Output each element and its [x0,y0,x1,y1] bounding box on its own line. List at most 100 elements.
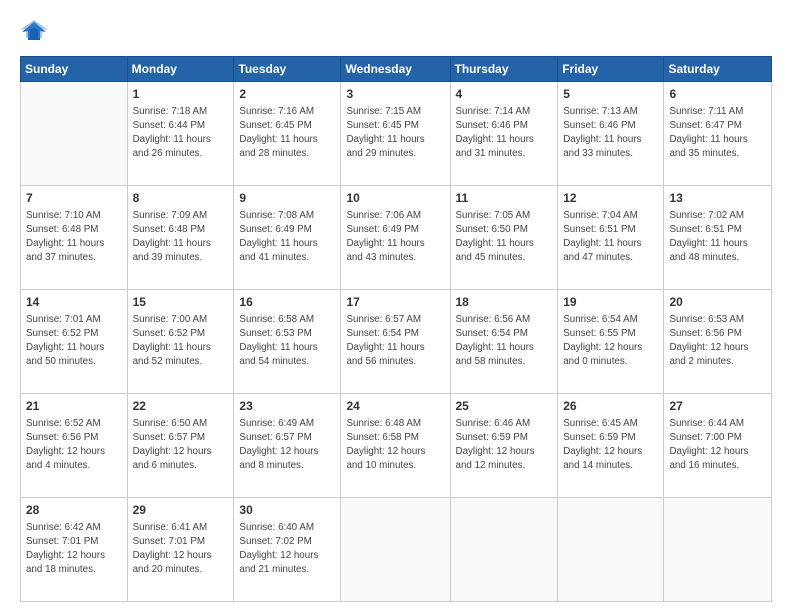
day-number: 23 [239,398,335,415]
day-number: 20 [669,294,766,311]
calendar-day-cell: 12 Sunrise: 7:04 AM Sunset: 6:51 PM Dayli… [558,186,664,290]
day-info: Sunrise: 7:14 AM Sunset: 6:46 PM Dayligh… [456,105,553,162]
day-info: Sunrise: 6:57 AM Sunset: 6:54 PM Dayligh… [346,313,444,370]
day-info: Sunrise: 7:08 AM Sunset: 6:49 PM Dayligh… [239,209,335,266]
calendar-day-header: Wednesday [341,57,450,82]
day-info: Sunrise: 7:10 AM Sunset: 6:48 PM Dayligh… [26,209,122,266]
day-number: 3 [346,86,444,103]
calendar-day-cell: 14 Sunrise: 7:01 AM Sunset: 6:52 PM Dayli… [21,290,128,394]
day-info: Sunrise: 7:04 AM Sunset: 6:51 PM Dayligh… [563,209,658,266]
day-info: Sunrise: 6:50 AM Sunset: 6:57 PM Dayligh… [133,417,229,474]
day-number: 10 [346,190,444,207]
day-info: Sunrise: 6:49 AM Sunset: 6:57 PM Dayligh… [239,417,335,474]
day-number: 29 [133,502,229,519]
day-info: Sunrise: 7:11 AM Sunset: 6:47 PM Dayligh… [669,105,766,162]
header [20,18,772,46]
calendar-day-header: Thursday [450,57,558,82]
calendar-day-cell: 22 Sunrise: 6:50 AM Sunset: 6:57 PM Dayli… [127,394,234,498]
day-info: Sunrise: 6:40 AM Sunset: 7:02 PM Dayligh… [239,521,335,578]
calendar-day-cell: 1Sunrise: 7:18 AM Sunset: 6:44 PM Daylig… [127,82,234,186]
calendar-day-cell: 13Sunrise: 7:02 AM Sunset: 6:51 PM Dayli… [664,186,772,290]
page: SundayMondayTuesdayWednesdayThursdayFrid… [0,0,792,612]
calendar-day-cell [341,498,450,602]
day-info: Sunrise: 7:05 AM Sunset: 6:50 PM Dayligh… [456,209,553,266]
calendar-week-row: 28 Sunrise: 6:42 AM Sunset: 7:01 PM Dayli… [21,498,772,602]
calendar-day-cell: 16 Sunrise: 6:58 AM Sunset: 6:53 PM Dayli… [234,290,341,394]
day-info: Sunrise: 6:56 AM Sunset: 6:54 PM Dayligh… [456,313,553,370]
day-number: 27 [669,398,766,415]
day-number: 26 [563,398,658,415]
calendar-day-cell: 21 Sunrise: 6:52 AM Sunset: 6:56 PM Dayli… [21,394,128,498]
day-number: 22 [133,398,229,415]
calendar-day-cell [21,82,128,186]
day-number: 16 [239,294,335,311]
calendar-day-cell: 18 Sunrise: 6:56 AM Sunset: 6:54 PM Dayli… [450,290,558,394]
calendar-day-cell: 8Sunrise: 7:09 AM Sunset: 6:48 PM Daylig… [127,186,234,290]
day-number: 24 [346,398,444,415]
calendar-day-cell: 24 Sunrise: 6:48 AM Sunset: 6:58 PM Dayli… [341,394,450,498]
calendar-day-cell: 11Sunrise: 7:05 AM Sunset: 6:50 PM Dayli… [450,186,558,290]
calendar-day-cell: 23 Sunrise: 6:49 AM Sunset: 6:57 PM Dayli… [234,394,341,498]
calendar-header-row: SundayMondayTuesdayWednesdayThursdayFrid… [21,57,772,82]
day-number: 6 [669,86,766,103]
day-info: Sunrise: 7:01 AM Sunset: 6:52 PM Dayligh… [26,313,122,370]
day-number: 21 [26,398,122,415]
day-number: 15 [133,294,229,311]
calendar-day-cell: 3Sunrise: 7:15 AM Sunset: 6:45 PM Daylig… [341,82,450,186]
calendar-week-row: 1Sunrise: 7:18 AM Sunset: 6:44 PM Daylig… [21,82,772,186]
day-info: Sunrise: 6:45 AM Sunset: 6:59 PM Dayligh… [563,417,658,474]
day-info: Sunrise: 7:18 AM Sunset: 6:44 PM Dayligh… [133,105,229,162]
calendar-day-cell [558,498,664,602]
day-info: Sunrise: 6:46 AM Sunset: 6:59 PM Dayligh… [456,417,553,474]
day-info: Sunrise: 6:54 AM Sunset: 6:55 PM Dayligh… [563,313,658,370]
calendar-day-cell: 9 Sunrise: 7:08 AM Sunset: 6:49 PM Daylig… [234,186,341,290]
day-info: Sunrise: 7:13 AM Sunset: 6:46 PM Dayligh… [563,105,658,162]
day-number: 14 [26,294,122,311]
day-info: Sunrise: 6:58 AM Sunset: 6:53 PM Dayligh… [239,313,335,370]
calendar-day-cell [450,498,558,602]
calendar-day-cell: 30 Sunrise: 6:40 AM Sunset: 7:02 PM Dayli… [234,498,341,602]
calendar-day-cell: 28 Sunrise: 6:42 AM Sunset: 7:01 PM Dayli… [21,498,128,602]
calendar-day-cell: 4 Sunrise: 7:14 AM Sunset: 6:46 PM Daylig… [450,82,558,186]
day-info: Sunrise: 6:48 AM Sunset: 6:58 PM Dayligh… [346,417,444,474]
logo-bird-icon [20,18,48,46]
day-number: 9 [239,190,335,207]
calendar-week-row: 21 Sunrise: 6:52 AM Sunset: 6:56 PM Dayli… [21,394,772,498]
calendar-day-header: Friday [558,57,664,82]
day-info: Sunrise: 7:16 AM Sunset: 6:45 PM Dayligh… [239,105,335,162]
day-number: 2 [239,86,335,103]
day-number: 13 [669,190,766,207]
day-number: 18 [456,294,553,311]
day-info: Sunrise: 6:44 AM Sunset: 7:00 PM Dayligh… [669,417,766,474]
calendar-day-cell: 19Sunrise: 6:54 AM Sunset: 6:55 PM Dayli… [558,290,664,394]
day-number: 7 [26,190,122,207]
day-number: 4 [456,86,553,103]
calendar-day-cell: 29Sunrise: 6:41 AM Sunset: 7:01 PM Dayli… [127,498,234,602]
calendar-day-cell: 17 Sunrise: 6:57 AM Sunset: 6:54 PM Dayli… [341,290,450,394]
calendar-table: SundayMondayTuesdayWednesdayThursdayFrid… [20,56,772,602]
calendar-day-cell: 5 Sunrise: 7:13 AM Sunset: 6:46 PM Daylig… [558,82,664,186]
calendar-week-row: 7 Sunrise: 7:10 AM Sunset: 6:48 PM Daylig… [21,186,772,290]
day-number: 8 [133,190,229,207]
day-number: 12 [563,190,658,207]
calendar-day-header: Sunday [21,57,128,82]
day-number: 30 [239,502,335,519]
calendar-day-cell: 20 Sunrise: 6:53 AM Sunset: 6:56 PM Dayli… [664,290,772,394]
calendar-day-cell: 7 Sunrise: 7:10 AM Sunset: 6:48 PM Daylig… [21,186,128,290]
calendar-day-cell: 6 Sunrise: 7:11 AM Sunset: 6:47 PM Daylig… [664,82,772,186]
day-number: 28 [26,502,122,519]
calendar-day-header: Monday [127,57,234,82]
day-number: 5 [563,86,658,103]
day-number: 17 [346,294,444,311]
calendar-day-cell [664,498,772,602]
calendar-day-header: Tuesday [234,57,341,82]
calendar-week-row: 14 Sunrise: 7:01 AM Sunset: 6:52 PM Dayli… [21,290,772,394]
day-info: Sunrise: 6:53 AM Sunset: 6:56 PM Dayligh… [669,313,766,370]
calendar-day-header: Saturday [664,57,772,82]
logo [20,18,52,46]
calendar-day-cell: 15 Sunrise: 7:00 AM Sunset: 6:52 PM Dayli… [127,290,234,394]
day-info: Sunrise: 6:42 AM Sunset: 7:01 PM Dayligh… [26,521,122,578]
day-number: 25 [456,398,553,415]
day-info: Sunrise: 6:52 AM Sunset: 6:56 PM Dayligh… [26,417,122,474]
day-info: Sunrise: 7:00 AM Sunset: 6:52 PM Dayligh… [133,313,229,370]
